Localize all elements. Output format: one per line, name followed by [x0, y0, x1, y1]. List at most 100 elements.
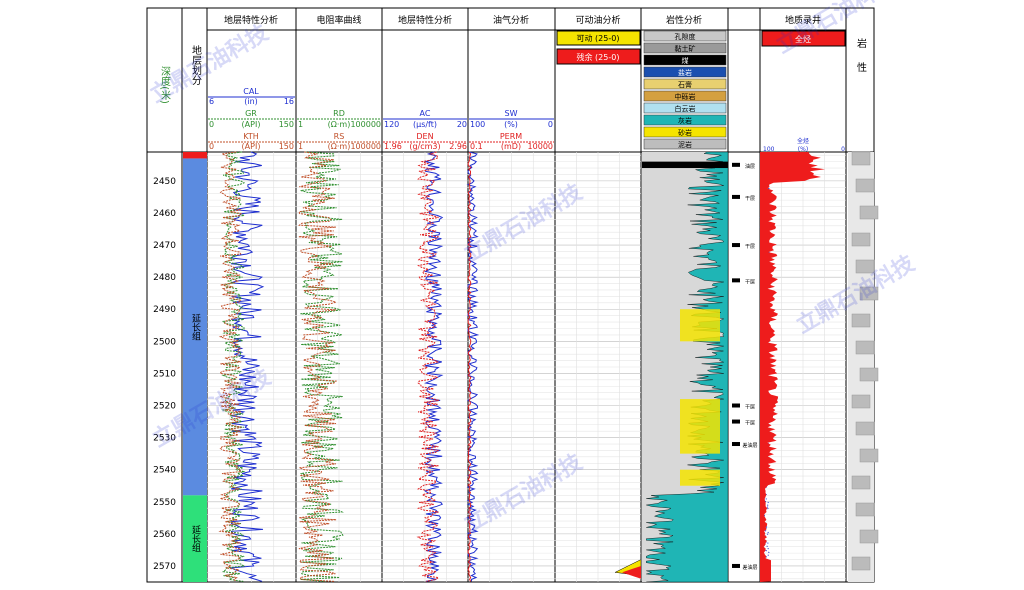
conclusion-label: 油层	[745, 163, 755, 170]
rd-max: 100000	[350, 120, 381, 129]
rock-block	[851, 232, 871, 247]
movable-oil-legend: 可动 (25-0) 残余 (25-0)	[556, 30, 641, 65]
depth-axis: 2450246024702480249025002510252025302540…	[153, 177, 176, 572]
watermark-5: 立鼎石油科技	[772, 0, 900, 59]
well-log-chart: 深度(米) 地层划分 地层特性分析 电阻率曲线 地层特性分析 油气分析 可动油分…	[146, 0, 920, 583]
mudlog-scale-min: 100	[763, 146, 775, 153]
cal-unit: (in)	[244, 97, 258, 106]
conclusion-marker	[732, 278, 740, 283]
watermark-4: 立鼎石油科技	[459, 448, 587, 537]
track-title-6: 岩性分析	[666, 14, 702, 26]
den-min: 1.96	[384, 142, 402, 151]
track-title-9: 岩性	[855, 37, 867, 86]
conclusion-marker	[732, 442, 740, 447]
rd-min: 1	[298, 120, 303, 129]
lith-legend-label: 白云岩	[675, 104, 696, 113]
cal-max: 16	[284, 97, 294, 106]
perm-min: 0.1	[470, 142, 483, 151]
lith-legend-label: 砂岩	[678, 128, 692, 137]
mudlog-scale-max: 0	[841, 146, 845, 153]
depth-tick-label: 2470	[153, 241, 176, 251]
track-title-3: 地层特性分析	[398, 14, 452, 26]
depth-tick-label: 2490	[153, 305, 176, 315]
depth-tick-label: 2450	[153, 177, 176, 187]
gr-min: 0	[209, 120, 214, 129]
conclusion-marker	[732, 243, 740, 248]
cal-min: 6	[209, 97, 214, 106]
perm-name: PERM	[500, 132, 522, 141]
watermark-2: 立鼎石油科技	[459, 178, 587, 267]
rock-block	[859, 205, 879, 220]
residual-legend-label: 残余 (25-0)	[577, 52, 620, 62]
formation-top-band	[183, 152, 207, 159]
conclusion-label: 干层	[745, 421, 755, 427]
sw-unit: (%)	[504, 120, 518, 129]
sw-name: SW	[505, 109, 518, 118]
cal-name: CAL	[243, 87, 259, 96]
rock-block	[855, 178, 875, 193]
gr-max: 150	[279, 120, 294, 129]
track-title-2: 电阻率曲线	[316, 14, 361, 26]
rock-column	[848, 151, 879, 582]
rs-min: 1	[298, 142, 303, 151]
rd-unit: (Ω·m)	[328, 120, 351, 129]
gr-unit: (API)	[242, 120, 261, 129]
lith-legend-label: 灰岩	[678, 116, 692, 125]
track-title-4: 油气分析	[493, 14, 529, 26]
conclusion-label: 差油层	[742, 442, 757, 449]
den-max: 2.96	[449, 142, 467, 151]
track3-curve-headers: AC 120 (μs/ft) 20 DEN 1.96 (g/cm3) 2.96	[383, 109, 467, 151]
formation-label: 延长组	[190, 312, 201, 340]
movable-legend-label: 可动 (25-0)	[577, 33, 620, 43]
den-name: DEN	[416, 132, 433, 141]
lith-sand-lens	[680, 469, 720, 486]
formation-label: 延长组	[190, 524, 201, 552]
kth-name: KTH	[243, 132, 259, 141]
depth-tick-label: 2500	[153, 337, 176, 347]
den-unit: (g/cm3)	[409, 142, 440, 151]
conclusion-column: 油层干层干层干层干层干层差油层差油层	[732, 162, 758, 571]
lith-legend-label: 煤	[682, 56, 689, 65]
rd-name: RD	[333, 109, 345, 118]
rock-block	[855, 340, 875, 355]
track1-curve-headers: CAL 6 (in) 16 GR 0 (API) 150 KTH 0 (API)…	[208, 87, 295, 151]
ac-name: AC	[420, 109, 431, 118]
kth-min: 0	[209, 142, 214, 151]
track-title-5: 可动油分析	[575, 14, 620, 26]
perm-unit: (mD)	[501, 142, 521, 151]
conclusion-marker	[732, 403, 740, 408]
depth-tick-label: 2480	[153, 273, 176, 283]
rock-block	[851, 394, 871, 409]
rs-unit: (Ω·m)	[328, 142, 351, 151]
track-title-1: 地层特性分析	[224, 14, 278, 26]
rock-block	[859, 448, 879, 463]
track4-curve-headers: SW 100 (%) 0 PERM 0.1 (mD) 10000	[469, 109, 554, 151]
lith-legend-label: 中砾岩	[675, 92, 696, 101]
rock-block	[855, 421, 875, 436]
rock-block	[851, 151, 871, 166]
movable-oil-track	[614, 559, 642, 579]
sw-max: 0	[548, 120, 553, 129]
lith-sand-lens	[680, 309, 720, 342]
mudlog-legend: 全烃 全烃 100 (%) 0	[761, 30, 846, 153]
ac-min: 120	[384, 120, 399, 129]
lith-legend-label: 黏土矿	[675, 44, 696, 53]
rock-block	[851, 475, 871, 490]
mudlog-scale-name: 全烃	[797, 137, 809, 145]
formation-column: 延长组延长组	[183, 152, 207, 582]
rock-block	[851, 556, 871, 571]
depth-tick-label: 2540	[153, 466, 176, 476]
rs-max: 100000	[350, 142, 381, 151]
conclusion-label: 干层	[745, 279, 755, 285]
track2-curve-headers: RD 1 (Ω·m) 100000 RS 1 (Ω·m) 100000	[297, 109, 381, 151]
lith-sand-lens	[680, 399, 720, 454]
conclusion-label: 干层	[745, 244, 755, 250]
gr-name: GR	[245, 109, 257, 118]
lithology-legend: 孔隙度黏土矿煤盐岩石膏中砾岩白云岩灰岩砂岩泥岩	[643, 30, 727, 150]
kth-unit: (API)	[242, 142, 261, 151]
sw-min: 100	[470, 120, 485, 129]
rock-block	[859, 529, 879, 544]
depth-tick-label: 2520	[153, 402, 176, 412]
conclusion-label: 干层	[745, 405, 755, 411]
mudlog-scale-unit: (%)	[798, 146, 808, 153]
